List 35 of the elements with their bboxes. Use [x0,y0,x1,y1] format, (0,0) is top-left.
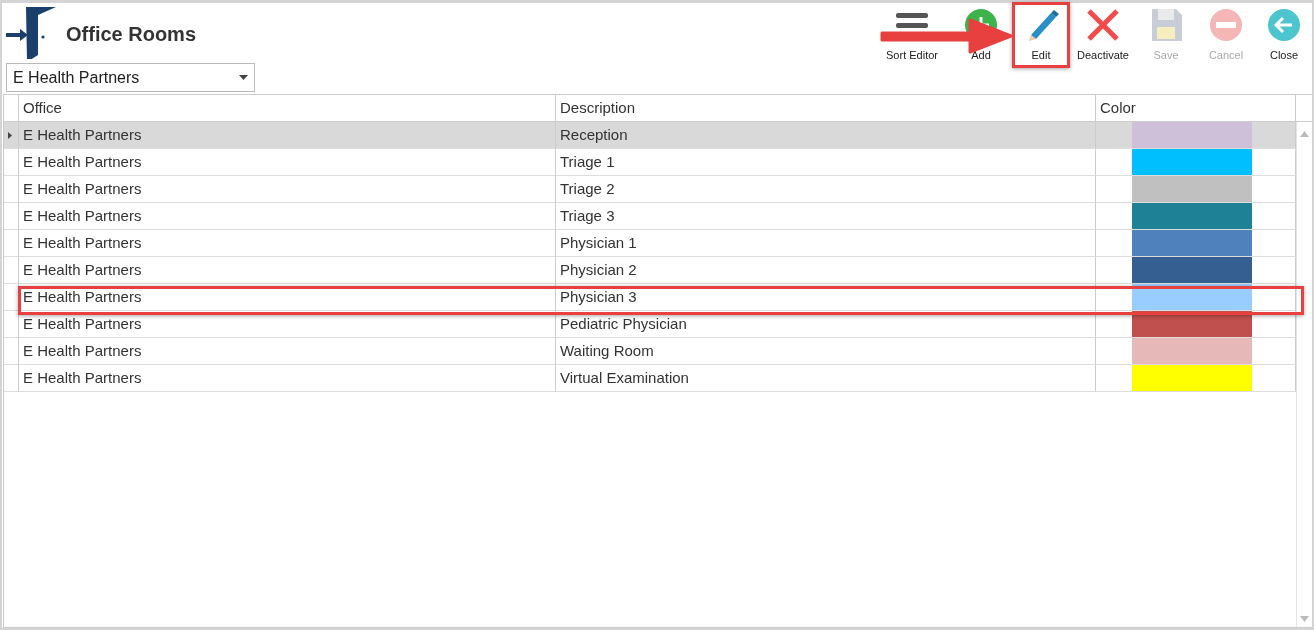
table-cell: E Health Partners [19,149,556,176]
table-cell: Waiting Room [556,338,1096,365]
table-cell: E Health Partners [19,203,556,230]
toolbar-button[interactable]: Edit [1015,7,1067,64]
table-cell: Triage 1 [556,149,1096,176]
table-cell: Physician 2 [556,257,1096,284]
scroll-up-icon[interactable] [1300,131,1309,137]
table-cell: Pediatric Physician [556,311,1096,338]
table-cell: Reception [556,122,1096,149]
table-cell: E Health Partners [19,176,556,203]
caret-icon [239,75,248,80]
table-cell: Physician 3 [556,284,1096,311]
toolbar-button[interactable]: Close [1256,7,1312,68]
table-cell: Triage 3 [556,203,1096,230]
no-entry-icon [1208,7,1244,43]
x-mark-icon [1085,7,1121,43]
logo-icon [6,7,58,59]
table-cell: Triage 2 [556,176,1096,203]
table-cell: E Health Partners [19,257,556,284]
toolbar-button[interactable]: Deactivate [1070,7,1136,68]
table-cell: E Health Partners [19,284,556,311]
hamburger-icon [896,13,928,28]
sort-button[interactable]: Sort Editor [874,7,950,68]
window-title: Office Rooms [66,22,197,47]
row-indicator[interactable] [4,284,19,311]
table-cell: Virtual Examination [556,365,1096,392]
table-cell: E Health Partners [19,122,556,149]
scroll-down-icon[interactable] [1300,616,1309,622]
table-cell: E Health Partners [19,230,556,257]
row-indicator[interactable] [4,122,19,149]
table-cell: E Health Partners [19,311,556,338]
table-cell: E Health Partners [19,338,556,365]
office-dropdown[interactable]: E Health Partners [6,63,255,92]
table-cell: E Health Partners [19,365,556,392]
table-cell: Physician 1 [556,230,1096,257]
